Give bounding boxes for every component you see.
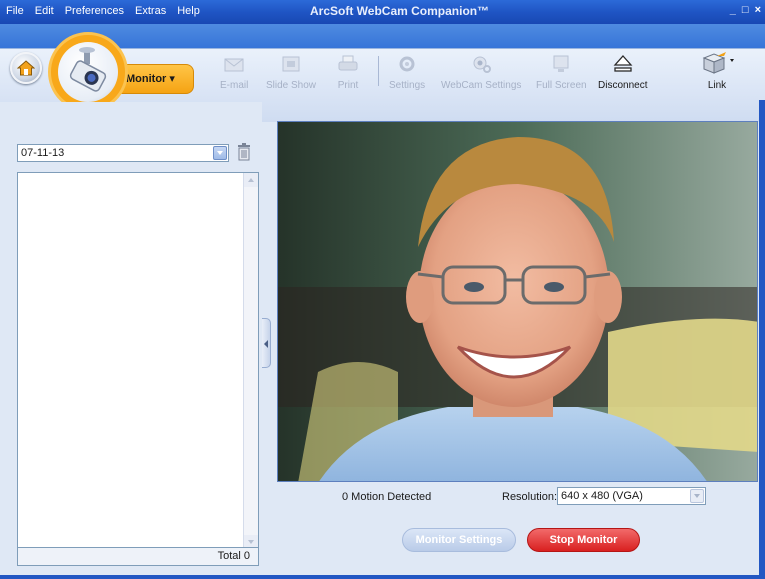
monitor-mode-icon-ring[interactable] bbox=[48, 32, 128, 112]
list-scrollbar[interactable] bbox=[243, 173, 258, 549]
date-dropdown-arrow[interactable] bbox=[213, 146, 227, 160]
slideshow-label: Slide Show bbox=[266, 80, 317, 91]
window-right-border bbox=[759, 100, 765, 579]
webcam-settings-button[interactable]: WebCam Settings bbox=[441, 54, 521, 91]
settings-label: Settings bbox=[389, 80, 426, 91]
captures-list[interactable]: Total 0 bbox=[17, 172, 259, 566]
close-button[interactable]: × bbox=[755, 4, 761, 16]
home-icon bbox=[17, 60, 35, 76]
eject-icon bbox=[613, 55, 633, 72]
email-label: E-mail bbox=[220, 80, 249, 91]
motion-status: 0 Motion Detected bbox=[342, 491, 432, 503]
chevron-up-icon bbox=[248, 178, 254, 182]
window-controls: _ □ × bbox=[730, 4, 761, 16]
fullscreen-button[interactable]: Full Screen bbox=[536, 54, 587, 91]
link-label: Link bbox=[707, 80, 727, 91]
menu-help[interactable]: Help bbox=[177, 5, 200, 17]
date-value: 07-11-13 bbox=[21, 147, 65, 159]
resolution-label: Resolution: bbox=[502, 491, 558, 503]
trash-icon bbox=[238, 143, 250, 161]
resolution-dropdown[interactable]: 640 x 480 (VGA) bbox=[557, 487, 706, 505]
menu-edit[interactable]: Edit bbox=[35, 5, 54, 17]
menu-bar: File Edit Preferences Extras Help bbox=[6, 5, 200, 17]
print-icon bbox=[338, 55, 358, 71]
panel-collapse-handle[interactable] bbox=[262, 318, 271, 368]
chevron-down-icon bbox=[694, 494, 700, 498]
fullscreen-icon bbox=[553, 55, 569, 72]
security-camera-icon bbox=[69, 47, 107, 92]
chevron-down-icon bbox=[217, 151, 223, 155]
scroll-up-button[interactable] bbox=[244, 173, 258, 187]
resolution-dropdown-arrow[interactable] bbox=[690, 489, 704, 503]
list-footer: Total 0 bbox=[18, 547, 258, 565]
webcam-image bbox=[278, 122, 757, 481]
webcam-preview bbox=[277, 121, 758, 482]
disconnect-label: Disconnect bbox=[598, 80, 648, 91]
webcam-settings-icon bbox=[473, 56, 492, 73]
app-title: ArcSoft WebCam Companion™ bbox=[310, 4, 490, 18]
menu-extras[interactable]: Extras bbox=[135, 5, 166, 17]
email-icon bbox=[224, 58, 244, 72]
chevron-left-icon bbox=[264, 340, 268, 348]
settings-button[interactable]: Settings bbox=[389, 54, 425, 91]
stop-monitor-button[interactable]: Stop Monitor bbox=[527, 528, 640, 552]
slideshow-button[interactable]: Slide Show bbox=[266, 54, 316, 91]
minimize-button[interactable]: _ bbox=[730, 4, 736, 16]
window-bottom-border bbox=[0, 575, 765, 579]
delete-button[interactable] bbox=[236, 143, 252, 161]
settings-icon bbox=[399, 56, 415, 72]
link-box-icon bbox=[702, 52, 734, 74]
toolbar-separator bbox=[378, 56, 379, 86]
link-button[interactable]: Link bbox=[700, 50, 734, 91]
fullscreen-label: Full Screen bbox=[536, 80, 587, 91]
home-button[interactable] bbox=[10, 52, 42, 84]
slideshow-icon bbox=[282, 56, 300, 72]
webcam-settings-label: WebCam Settings bbox=[441, 80, 522, 91]
menu-preferences[interactable]: Preferences bbox=[65, 5, 124, 17]
total-count: Total 0 bbox=[217, 550, 250, 562]
maximize-button[interactable]: □ bbox=[742, 4, 749, 16]
email-button[interactable]: E-mail bbox=[220, 54, 248, 91]
date-dropdown[interactable]: 07-11-13 bbox=[17, 144, 229, 162]
print-label: Print bbox=[337, 80, 359, 91]
menu-file[interactable]: File bbox=[6, 5, 24, 17]
resolution-value: 640 x 480 (VGA) bbox=[561, 490, 643, 502]
monitor-icon-bg bbox=[58, 42, 118, 102]
title-bar: File Edit Preferences Extras Help ArcSof… bbox=[0, 0, 765, 24]
monitor-settings-button[interactable]: Monitor Settings bbox=[402, 528, 516, 552]
print-button[interactable]: Print bbox=[337, 54, 359, 91]
disconnect-button[interactable]: Disconnect bbox=[598, 54, 647, 91]
